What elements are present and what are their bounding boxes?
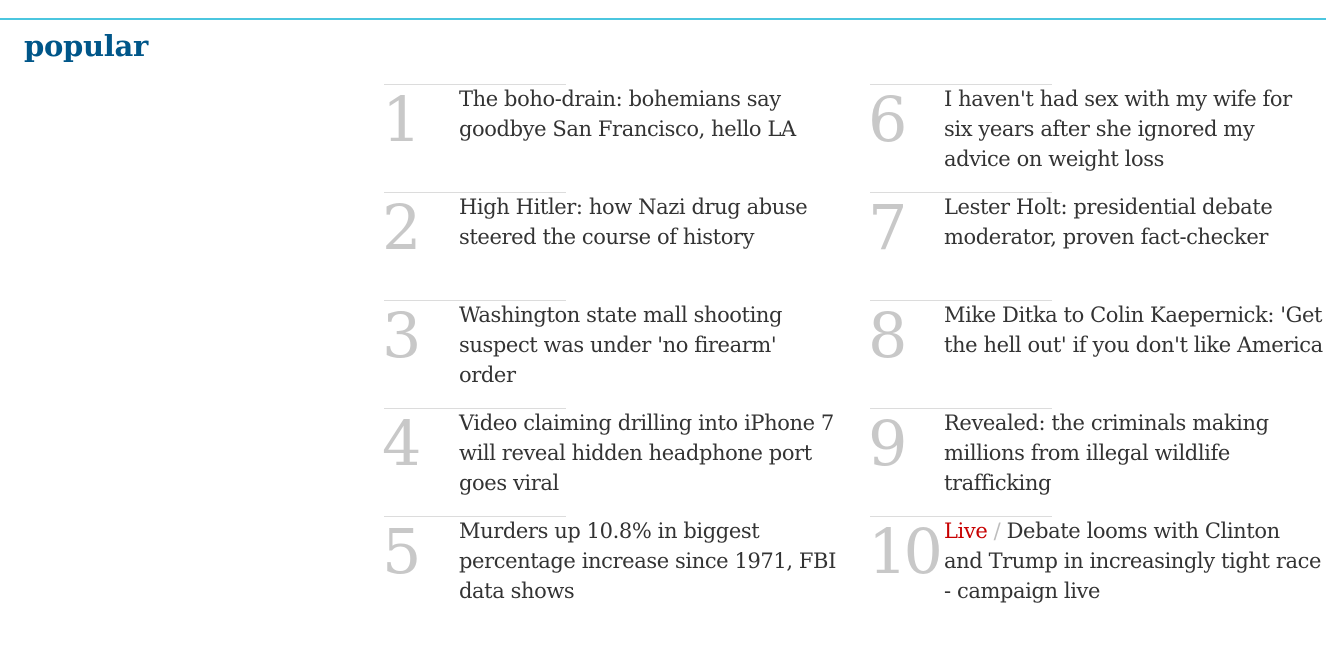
- kicker-separator: /: [993, 519, 1001, 543]
- most-popular-section: popular 1 The boho-drain: bohemians say …: [0, 0, 1326, 654]
- headline-text: Debate looms with Clinton and Trump in i…: [944, 519, 1321, 603]
- rank-number: 7: [868, 191, 908, 264]
- headline-link[interactable]: Murders up 10.8% in biggest percentage i…: [459, 516, 839, 606]
- section-top-rule: [0, 18, 1326, 20]
- headline-link[interactable]: Video claiming drilling into iPhone 7 wi…: [459, 408, 839, 498]
- headline-link[interactable]: Lester Holt: presidential debate moderat…: [944, 192, 1324, 252]
- rank-number: 6: [868, 83, 908, 156]
- headline-link[interactable]: Revealed: the criminals making millions …: [944, 408, 1324, 498]
- rank-number: 4: [382, 407, 422, 480]
- section-title: popular: [24, 29, 148, 63]
- rank-number: 3: [382, 299, 422, 372]
- rank-number: 1: [382, 83, 422, 156]
- rank-number: 9: [868, 407, 908, 480]
- live-kicker: Live: [944, 519, 988, 543]
- headline-link[interactable]: Washington state mall shooting suspect w…: [459, 300, 839, 390]
- rank-number: 2: [382, 191, 422, 264]
- headline-link[interactable]: Live / Debate looms with Clinton and Tru…: [944, 516, 1324, 606]
- headline-link[interactable]: Mike Ditka to Colin Kaepernick: 'Get the…: [944, 300, 1324, 360]
- rank-number: 8: [868, 299, 908, 372]
- headline-link[interactable]: I haven't had sex with my wife for six y…: [944, 84, 1324, 174]
- rank-number: 5: [382, 515, 422, 588]
- headline-link[interactable]: The boho-drain: bohemians say goodbye Sa…: [459, 84, 839, 144]
- headline-link[interactable]: High Hitler: how Nazi drug abuse steered…: [459, 192, 839, 252]
- rank-number: 10: [868, 515, 943, 588]
